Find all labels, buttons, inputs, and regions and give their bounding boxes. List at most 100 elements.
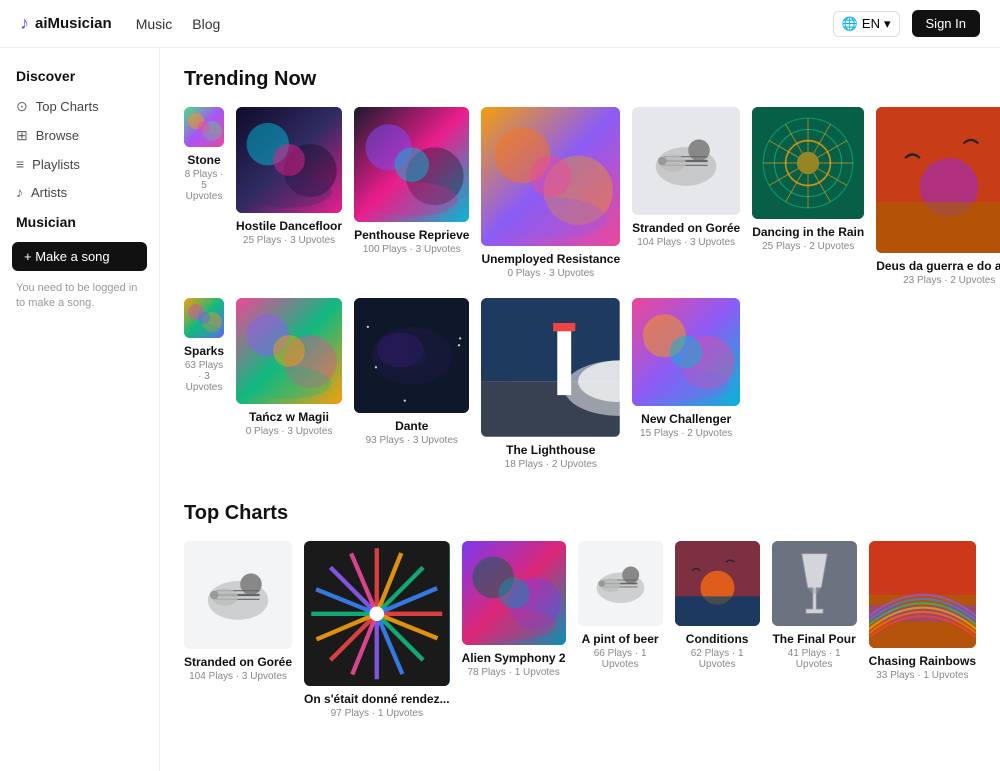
music-card[interactable]: The Lighthouse18 Plays · 2 Upvotes — [481, 298, 620, 470]
header-nav: Music Blog — [136, 16, 221, 32]
header-right: 🌐 EN ▾ Sign In — [833, 10, 980, 37]
music-card[interactable]: Stranded on Gorée 104 Plays · 3 Upvotes — [632, 107, 740, 286]
music-card[interactable]: Deus da guerra e do am... 23 Plays · 2 Up… — [876, 107, 1000, 286]
music-card[interactable]: Penthouse Reprieve100 Plays · 3 Upvotes — [354, 107, 469, 286]
sidebar-item-playlists[interactable]: ≡ Playlists — [0, 150, 159, 178]
card-meta: 25 Plays · 2 Upvotes — [752, 241, 864, 252]
music-card[interactable]: Chasing Rainbows 33 Plays · 1 Upvotes — [869, 541, 976, 720]
card-cover — [752, 107, 864, 219]
card-meta: 66 Plays · 1 Upvotes — [578, 648, 663, 670]
card-meta: 25 Plays · 3 Upvotes — [236, 235, 342, 246]
nav-music[interactable]: Music — [136, 16, 173, 32]
card-meta: 33 Plays · 1 Upvotes — [869, 670, 976, 681]
music-card[interactable]: Sparks 63 Plays · 3 Upvotes — [184, 298, 224, 470]
card-cover — [772, 541, 857, 626]
card-cover — [481, 298, 620, 437]
music-card[interactable]: Conditions 62 Plays · 1 Upvotes — [675, 541, 760, 720]
card-cover — [578, 541, 663, 626]
music-card[interactable]: New Challenger 15 Plays · 2 Upvotes — [632, 298, 740, 470]
card-meta: 18 Plays · 2 Upvotes — [481, 459, 620, 470]
sign-in-button[interactable]: Sign In — [912, 10, 980, 37]
artists-label: Artists — [31, 185, 67, 200]
sidebar-item-artists[interactable]: ♪ Artists — [0, 178, 159, 206]
music-note-icon: ♪ — [20, 13, 29, 34]
trending-title: Trending Now — [184, 68, 976, 91]
sidebar-item-top-charts[interactable]: ⊙ Top Charts — [0, 92, 159, 121]
card-cover — [481, 107, 620, 246]
card-meta: 41 Plays · 1 Upvotes — [772, 648, 857, 670]
card-cover — [184, 298, 224, 338]
card-cover — [675, 541, 760, 626]
music-card[interactable]: Stone 8 Plays · 5 Upvotes — [184, 107, 224, 286]
make-song-button[interactable]: + Make a song — [12, 242, 147, 271]
lang-text: EN — [862, 16, 880, 31]
music-card[interactable]: Dancing in the Rain 25 Plays · 2 Upvotes — [752, 107, 864, 286]
music-card[interactable]: The Final Pour41 Plays · 1 Upvotes — [772, 541, 857, 720]
top-charts-title: Top Charts — [184, 502, 976, 525]
login-note: You need to be logged in to make a song. — [0, 275, 159, 318]
nav-blog[interactable]: Blog — [192, 16, 220, 32]
card-cover — [236, 107, 342, 213]
discover-section-title: Discover — [0, 68, 159, 92]
card-title: Dancing in the Rain — [752, 225, 864, 239]
card-title: Tańcz w Magii — [236, 410, 342, 424]
card-meta: 15 Plays · 2 Upvotes — [632, 428, 740, 439]
card-title: New Challenger — [632, 412, 740, 426]
card-meta: 104 Plays · 3 Upvotes — [632, 237, 740, 248]
card-cover — [354, 298, 469, 413]
music-card[interactable]: Stranded on Gorée104 Plays · 3 Upvotes — [184, 541, 292, 720]
card-cover — [869, 541, 976, 648]
card-title: A pint of beer — [578, 632, 663, 646]
card-title: Alien Symphony 2 — [462, 651, 566, 665]
card-cover — [462, 541, 566, 645]
music-card[interactable]: On s'était donné rendez...97 Plays · 1 U… — [304, 541, 450, 720]
music-card[interactable]: Tańcz w Magii 0 Plays · 3 Upvotes — [236, 298, 342, 470]
browse-label: Browse — [36, 128, 79, 143]
language-selector[interactable]: 🌐 EN ▾ — [833, 11, 900, 37]
card-meta: 0 Plays · 3 Upvotes — [481, 268, 620, 279]
card-title: Conditions — [675, 632, 760, 646]
card-cover — [876, 107, 1000, 253]
header: ♪ aiMusician Music Blog 🌐 EN ▾ Sign In — [0, 0, 1000, 48]
top-charts-icon: ⊙ — [16, 98, 28, 115]
music-card[interactable]: Dante 93 Plays · 3 Upvotes — [354, 298, 469, 470]
sidebar-item-browse[interactable]: ⊞ Browse — [0, 121, 159, 150]
card-cover — [632, 107, 740, 215]
card-meta: 93 Plays · 3 Upvotes — [354, 435, 469, 446]
card-cover — [184, 541, 292, 649]
card-meta: 78 Plays · 1 Upvotes — [462, 667, 566, 678]
card-meta: 63 Plays · 3 Upvotes — [184, 360, 224, 393]
logo-text: aiMusician — [35, 15, 112, 32]
card-title: Chasing Rainbows — [869, 654, 976, 668]
music-card[interactable]: Hostile Dancefloor 25 Plays · 3 Upvotes — [236, 107, 342, 286]
music-card[interactable]: Alien Symphony 2 78 Plays · 1 Upvotes — [462, 541, 566, 720]
globe-icon: 🌐 — [842, 16, 858, 32]
playlists-icon: ≡ — [16, 156, 24, 172]
card-cover — [236, 298, 342, 404]
card-title: Dante — [354, 419, 469, 433]
artists-icon: ♪ — [16, 184, 23, 200]
card-meta: 8 Plays · 5 Upvotes — [184, 169, 224, 202]
card-cover — [354, 107, 469, 222]
card-meta: 0 Plays · 3 Upvotes — [236, 426, 342, 437]
main-content: Trending Now Stone8 Plays · 5 Upvotes H — [160, 48, 1000, 771]
music-card[interactable]: A pint of beer 66 Plays · 1 Upvotes — [578, 541, 663, 720]
trending-grid: Stone 8 Plays · 5 Upvotes Hostile Dancefl… — [184, 107, 976, 470]
card-cover — [184, 107, 224, 147]
card-title: Stranded on Gorée — [632, 221, 740, 235]
logo[interactable]: ♪ aiMusician — [20, 13, 112, 34]
card-meta: 104 Plays · 3 Upvotes — [184, 671, 292, 682]
card-meta: 62 Plays · 1 Upvotes — [675, 648, 760, 670]
music-card[interactable]: Unemployed Resistance0 Plays · 3 Upvotes — [481, 107, 620, 286]
browse-icon: ⊞ — [16, 127, 28, 144]
card-title: Deus da guerra e do am... — [876, 259, 1000, 273]
musician-section-title: Musician — [0, 206, 159, 238]
card-title: Penthouse Reprieve — [354, 228, 469, 242]
card-title: Stone — [184, 153, 224, 167]
playlists-label: Playlists — [32, 157, 80, 172]
card-title: Sparks — [184, 344, 224, 358]
chevron-down-icon: ▾ — [884, 16, 891, 32]
card-meta: 23 Plays · 2 Upvotes — [876, 275, 1000, 286]
card-title: Hostile Dancefloor — [236, 219, 342, 233]
page-layout: Discover ⊙ Top Charts ⊞ Browse ≡ Playlis… — [0, 48, 1000, 771]
